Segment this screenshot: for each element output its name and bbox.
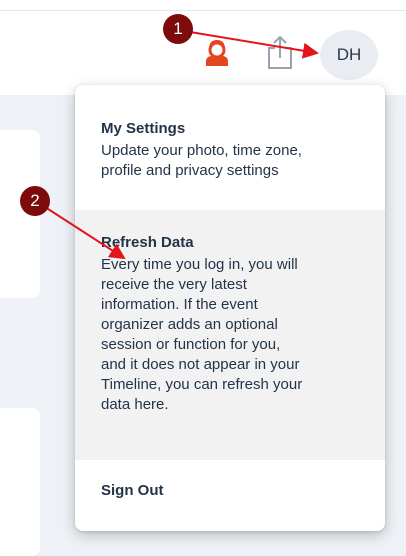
- menu-item-title: My Settings: [101, 120, 186, 137]
- annotation-badge-1: 1: [163, 14, 193, 44]
- content-card: [0, 408, 40, 556]
- menu-item-sign-out[interactable]: Sign Out: [75, 481, 385, 501]
- menu-item-title: Sign Out: [101, 482, 164, 499]
- user-avatar[interactable]: DH: [320, 30, 378, 80]
- top-divider: [0, 10, 406, 11]
- user-menu: My Settings Update your photo, time zone…: [75, 85, 385, 531]
- menu-item-description: Update your photo, time zone, profile an…: [101, 142, 302, 179]
- share-icon[interactable]: [266, 34, 294, 70]
- menu-item-refresh-data[interactable]: Refresh Data Every time you log in, you …: [75, 210, 385, 460]
- annotation-badge-2: 2: [20, 186, 50, 216]
- menu-item-title: Refresh Data: [101, 234, 194, 251]
- menu-item-description: Every time you log in, you will receive …: [101, 256, 303, 413]
- presenter-icon[interactable]: [200, 38, 234, 72]
- menu-item-my-settings[interactable]: My Settings Update your photo, time zone…: [75, 119, 385, 181]
